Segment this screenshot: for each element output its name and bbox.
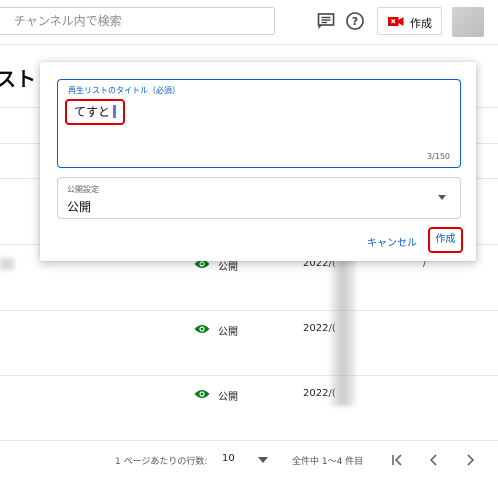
create-playlist-dialog: 再生リストのタイトル（必須） てすと 3/150 公開設定 公開 キャンセル 作… <box>40 62 476 261</box>
top-header: チャンネル内で検索 ? 作成 <box>0 0 498 45</box>
previous-page-icon[interactable] <box>428 454 440 466</box>
eye-icon <box>194 325 210 333</box>
visibility-select-value: 公開 <box>67 200 92 214</box>
divider <box>0 310 498 311</box>
chevron-down-icon[interactable] <box>258 457 268 463</box>
visibility-select[interactable]: 公開設定 公開 <box>57 177 461 219</box>
first-page-icon[interactable] <box>391 454 403 466</box>
create-button[interactable]: 作成 <box>377 7 442 35</box>
rows-per-page-label: 1 ページあたりの行数: <box>115 457 208 467</box>
next-page-icon[interactable] <box>464 454 476 466</box>
eye-icon <box>194 390 210 398</box>
text-cursor <box>113 105 117 118</box>
visibility-label: 公開 <box>218 392 238 403</box>
dropdown-arrow-icon <box>438 195 446 200</box>
playlist-title-label: 再生リストのタイトル（必須） <box>68 86 180 95</box>
redacted-title <box>0 258 14 270</box>
video-camera-icon <box>388 17 404 26</box>
rows-per-page-select[interactable]: 10 <box>222 453 235 464</box>
playlist-title-field[interactable]: 再生リストのタイトル（必須） てすと 3/150 <box>57 79 461 168</box>
avatar[interactable] <box>452 7 484 37</box>
redacted-dates <box>330 248 356 406</box>
svg-text:?: ? <box>352 15 358 28</box>
divider <box>0 375 498 376</box>
page-range: 全件中 1〜4 件目 <box>292 457 364 467</box>
page-title: スト <box>0 67 36 91</box>
channel-search-input[interactable]: チャンネル内で検索 <box>0 7 275 35</box>
create-playlist-button[interactable]: 作成 <box>428 227 463 253</box>
cancel-button[interactable]: キャンセル <box>367 234 417 249</box>
feedback-icon[interactable] <box>316 11 336 31</box>
playlist-title-value: てすと <box>74 105 111 119</box>
playlist-title-input[interactable]: てすと <box>65 99 126 125</box>
visibility-select-label: 公開設定 <box>67 185 99 194</box>
pagination-footer: 1 ページあたりの行数: 10 全件中 1〜4 件目 <box>0 442 498 484</box>
character-counter: 3/150 <box>426 152 450 161</box>
visibility-label: 公開 <box>218 327 238 338</box>
create-button-label: 作成 <box>410 17 432 30</box>
help-icon[interactable]: ? <box>345 11 365 31</box>
divider <box>0 440 498 441</box>
